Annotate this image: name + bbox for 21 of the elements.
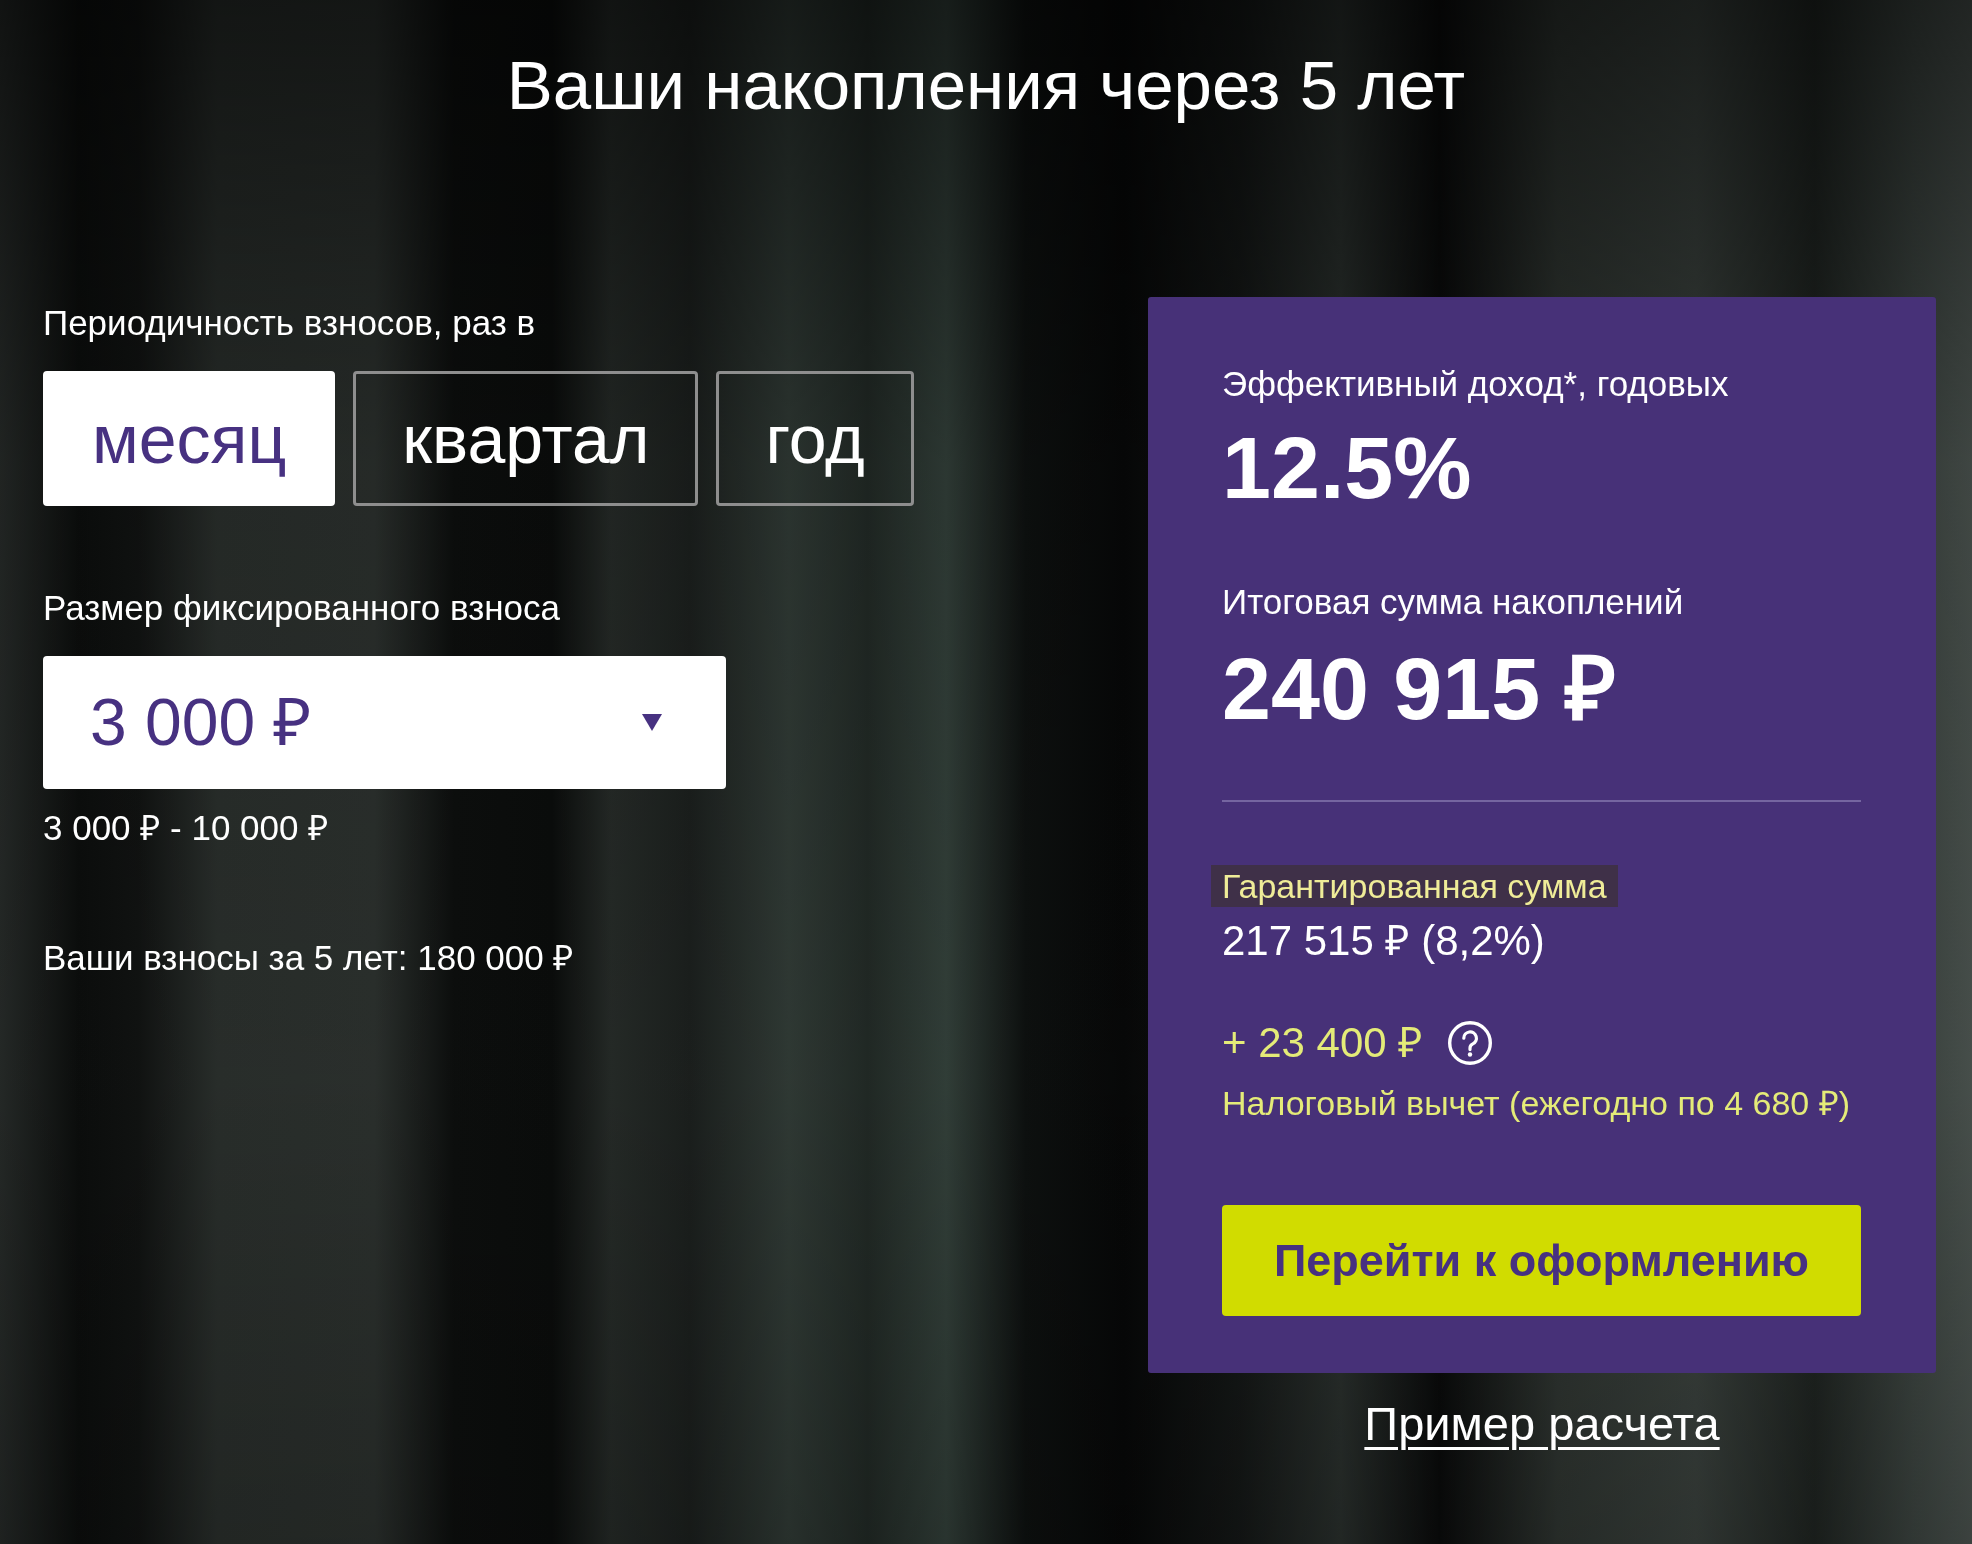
amount-label: Размер фиксированного взноса	[43, 587, 562, 629]
frequency-label: Периодичность взносов, раз в	[43, 302, 537, 344]
caret-icon	[642, 714, 662, 731]
amount-range-text: 3 000 ₽ - 10 000 ₽	[43, 807, 330, 849]
guaranteed-sum-value: 217 515 ₽ (8,2%)	[1222, 916, 1545, 966]
frequency-tab[interactable]: месяц	[43, 371, 336, 506]
total-savings-value: 240 915 ₽	[1222, 645, 1616, 733]
help-icon[interactable]	[1448, 1021, 1493, 1065]
yield-value: 12.5%	[1222, 424, 1472, 512]
total-contributions-text: Ваши взносы за 5 лет: 180 000 ₽	[43, 937, 575, 979]
total-savings-label: Итоговая сумма накоплений	[1222, 581, 1684, 623]
calculation-example-link[interactable]: Пример расчета	[1364, 1396, 1720, 1452]
tax-deduction-amount: + 23 400 ₽	[1222, 1018, 1423, 1068]
frequency-tab[interactable]: квартал	[353, 371, 699, 506]
tax-deduction-note: Налоговый вычет (ежегодно по 4 680 ₽)	[1222, 1084, 1850, 1122]
page-title: Ваши накопления через 5 лет	[505, 46, 1467, 126]
yield-label: Эффективный доход*, годовых	[1222, 363, 1729, 405]
apply-button[interactable]: Перейти к оформлению	[1222, 1205, 1861, 1316]
frequency-tab[interactable]: год	[716, 371, 914, 506]
guaranteed-sum-label: Гарантированная сумма	[1211, 865, 1618, 907]
amount-select[interactable]: 3 000 ₽	[43, 656, 726, 789]
